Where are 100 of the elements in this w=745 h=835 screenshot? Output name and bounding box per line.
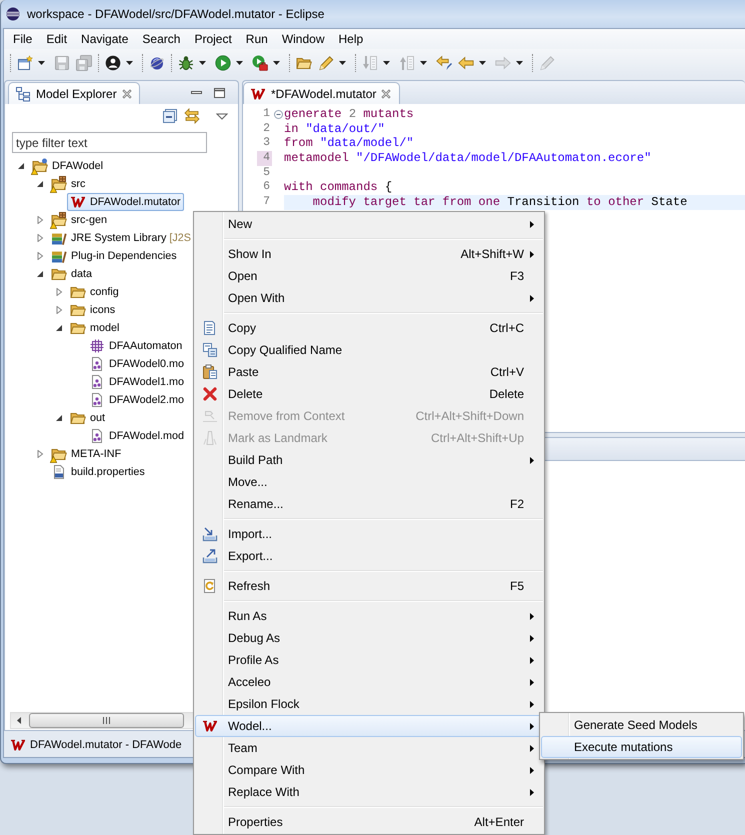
triangle-right-icon[interactable]: [36, 216, 44, 224]
tree-item[interactable]: Plug-in Dependencies: [48, 247, 180, 265]
tree-item[interactable]: DFAAutomaton: [86, 337, 186, 355]
tree-item[interactable]: config: [67, 283, 122, 301]
w-logo-icon: [70, 194, 86, 210]
menu-item[interactable]: Copy Ctrl+C: [195, 317, 543, 339]
cross-icon: [202, 386, 218, 402]
folder-icon: [51, 446, 67, 462]
document-dots-icon: [89, 392, 105, 408]
triangle-right-icon[interactable]: [36, 234, 44, 242]
arrow-left-icon[interactable]: [458, 55, 474, 71]
maximize-icon[interactable]: [213, 86, 226, 98]
menu-item[interactable]: Replace With: [195, 781, 543, 803]
left-arrow-icon[interactable]: [17, 717, 21, 724]
menu-item[interactable]: Execute mutations: [541, 736, 742, 758]
tab[interactable]: Model Explorer: [8, 82, 140, 104]
menu-item[interactable]: Show In Alt+Shift+W: [195, 243, 543, 265]
tree-item[interactable]: DFAWodel1.mo: [86, 373, 188, 391]
project-folder-icon: [32, 158, 48, 174]
arrow-left-bar-icon[interactable]: [436, 55, 452, 71]
menu-item[interactable]: Acceleo: [195, 671, 543, 693]
triangle-right-icon[interactable]: [55, 288, 63, 296]
pen-icon[interactable]: [318, 55, 334, 71]
menu-item[interactable]: Properties Alt+Enter: [195, 811, 543, 833]
menu-item[interactable]: Refresh F5: [195, 575, 543, 597]
person-circle-icon[interactable]: [105, 55, 121, 71]
triangle-right-icon[interactable]: [36, 450, 44, 458]
filter-field[interactable]: type filter text: [12, 132, 207, 153]
caret-icon[interactable]: [273, 61, 280, 65]
menu-item[interactable]: Rename... F2: [195, 493, 543, 515]
triangle-down-icon[interactable]: [36, 180, 44, 188]
menu-item[interactable]: Move...: [195, 471, 543, 493]
window-star-icon[interactable]: [17, 55, 33, 71]
play-toolbox-icon[interactable]: [252, 55, 268, 71]
triangle-down-icon[interactable]: [216, 112, 228, 120]
tree-item[interactable]: DFAWodel.mutator: [67, 193, 184, 211]
tree-item[interactable]: build.properties: [48, 463, 148, 481]
folder-icon[interactable]: [296, 55, 312, 71]
tree-item[interactable]: src-gen: [48, 211, 110, 229]
tree-item[interactable]: data: [48, 265, 96, 283]
menu-bar-item[interactable]: File: [6, 30, 40, 48]
menu-item[interactable]: Paste Ctrl+V: [195, 361, 543, 383]
tree-item[interactable]: model: [67, 319, 122, 337]
shortcut-label: F2: [510, 497, 524, 511]
bug-icon[interactable]: [178, 55, 194, 71]
tree-item[interactable]: DFAWodel2.mo: [86, 391, 188, 409]
menu-item[interactable]: Import...: [195, 523, 543, 545]
triangle-right-icon[interactable]: [36, 252, 44, 260]
menu-item[interactable]: Generate Seed Models: [541, 714, 742, 736]
caret-icon[interactable]: [199, 61, 206, 65]
tree-item[interactable]: out: [67, 409, 108, 427]
triangle-down-icon[interactable]: [36, 270, 44, 278]
w-logo-icon: [202, 718, 218, 734]
menu-bar-item[interactable]: Search: [135, 30, 188, 48]
caret-icon[interactable]: [236, 61, 243, 65]
menu-item[interactable]: Open F3: [195, 265, 543, 287]
menu-item[interactable]: Build Path: [195, 449, 543, 471]
tree-item[interactable]: src: [48, 175, 88, 193]
menu-item[interactable]: Export...: [195, 545, 543, 567]
menu-bar-item[interactable]: Help: [332, 30, 370, 48]
square-minus-icon[interactable]: [162, 108, 178, 124]
tree-item[interactable]: DFAWodel.mod: [86, 427, 188, 445]
tree-item[interactable]: JRE System Library [J2S: [48, 229, 194, 247]
double-arrow-icon[interactable]: [184, 108, 200, 124]
menu-item[interactable]: Team: [195, 737, 543, 759]
menu-bar-item[interactable]: Window: [274, 30, 332, 48]
triangle-down-icon[interactable]: [17, 162, 25, 170]
menu-bar-item[interactable]: Run: [238, 30, 275, 48]
menu-item[interactable]: Compare With: [195, 759, 543, 781]
menu-item[interactable]: Open With: [195, 287, 543, 309]
triangle-down-icon[interactable]: [55, 414, 63, 422]
caret-icon[interactable]: [126, 61, 133, 65]
line-number: 7: [262, 195, 271, 210]
menu-item[interactable]: Run As: [195, 605, 543, 627]
triangle-right-icon[interactable]: [55, 306, 63, 314]
caret-icon[interactable]: [479, 61, 486, 65]
menu-item[interactable]: New: [195, 213, 543, 235]
menu-item[interactable]: Epsilon Flock: [195, 693, 543, 715]
scrollbar-thumb[interactable]: [29, 713, 184, 728]
menu-item[interactable]: Profile As: [195, 649, 543, 671]
tree-item[interactable]: icons: [67, 301, 118, 319]
globe-icon[interactable]: [149, 55, 165, 71]
caret-icon[interactable]: [38, 61, 45, 65]
triangle-down-icon[interactable]: [55, 324, 63, 332]
menu-bar-item[interactable]: Edit: [39, 30, 74, 48]
folder-icon: [70, 320, 86, 336]
close-icon[interactable]: [381, 88, 392, 98]
menu-item[interactable]: Delete Delete: [195, 383, 543, 405]
tree-item[interactable]: META-INF: [48, 445, 124, 463]
circle-minus-icon[interactable]: [274, 110, 282, 119]
close-icon[interactable]: [122, 88, 132, 98]
play-icon[interactable]: [215, 55, 231, 71]
menu-bar-item[interactable]: Navigate: [74, 30, 136, 48]
caret-icon[interactable]: [339, 61, 346, 65]
menu-item[interactable]: Debug As: [195, 627, 543, 649]
tree-item[interactable]: DFAWodel: [29, 157, 106, 175]
menu-bar-item[interactable]: Project: [187, 30, 239, 48]
menu-item[interactable]: Copy Qualified Name: [195, 339, 543, 361]
tab[interactable]: *DFAWodel.mutator: [243, 82, 400, 104]
tree-item[interactable]: DFAWodel0.mo: [86, 355, 188, 373]
